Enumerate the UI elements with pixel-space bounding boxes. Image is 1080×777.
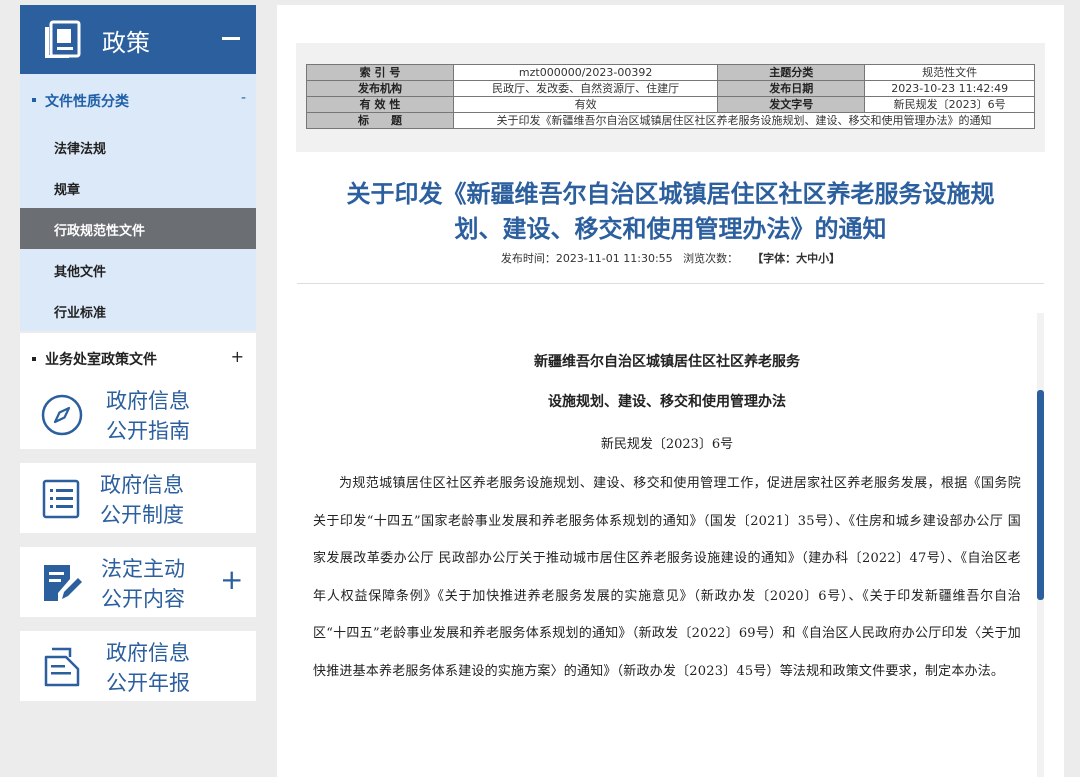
meta-key-title: 标 题 (306, 112, 454, 129)
title-line1: 关于印发《新疆维吾尔自治区城镇居住区社区养老服务设施规 (346, 180, 995, 208)
main-content: 索 引 号 mzt000000/2023-00392 主题分类 规范性文件 发布… (277, 5, 1064, 777)
meta-key-doc-number: 发文字号 (717, 96, 866, 113)
views-label: 浏览次数： (683, 252, 739, 265)
sidebar-item-laws[interactable]: 法律法规 (20, 126, 256, 167)
font-size-control[interactable]: 【字体：大中小】 (752, 252, 840, 265)
edit-document-icon (40, 561, 84, 609)
card-statutory-content[interactable]: 法定主动 公开内容 + (20, 547, 256, 617)
report-icon (40, 645, 84, 693)
card-disclosure-system[interactable]: 政府信息 公开制度 (20, 463, 256, 533)
category-label: 业务处室政策文件 (45, 352, 157, 368)
expand-plus-icon[interactable]: + (220, 565, 243, 595)
metadata-box: 索 引 号 mzt000000/2023-00392 主题分类 规范性文件 发布… (296, 43, 1045, 152)
metadata-table: 索 引 号 mzt000000/2023-00392 主题分类 规范性文件 发布… (306, 64, 1035, 129)
document-icon (42, 19, 84, 65)
card-line2: 公开内容 (101, 587, 185, 611)
card-line1: 法定主动 (101, 557, 185, 581)
body-paragraph: 为规范城镇居住区社区养老服务设施规划、建设、移交和使用管理工作，促进居家社区养老… (313, 476, 1021, 679)
meta-value-date: 2023-10-23 11:42:49 (864, 80, 1035, 97)
meta-key-date: 发布日期 (717, 80, 866, 97)
meta-value-title: 关于印发《新疆维吾尔自治区城镇居住区社区养老服务设施规划、建设、移交和使用管理办… (453, 112, 1035, 129)
divider (297, 283, 1044, 284)
card-disclosure-guide[interactable]: 政府信息 公开指南 (20, 379, 256, 449)
category-doc-nature[interactable]: 文件性质分类 - (20, 74, 256, 126)
meta-value-doc-number: 新民规发〔2023〕6号 (864, 96, 1035, 113)
card-annual-report[interactable]: 政府信息 公开年报 (20, 631, 256, 701)
sidebar-item-industry-standard[interactable]: 行业标准 (20, 290, 256, 331)
publish-info: 发布时间：2023-11-01 11:30:55 浏览次数： 【字体：大中小】 (287, 250, 1054, 266)
meta-key-validity: 有 效 性 (306, 96, 454, 113)
card-line2: 公开制度 (100, 503, 184, 527)
meta-value-topic: 规范性文件 (864, 64, 1035, 81)
compass-icon (40, 393, 84, 441)
body-doc-number: 新民规发〔2023〕6号 (600, 437, 734, 452)
card-line2: 公开指南 (106, 419, 190, 443)
card-line2: 公开年报 (106, 671, 190, 695)
card-line1: 政府信息 (100, 473, 184, 497)
publish-label: 发布时间： (500, 252, 556, 265)
sidebar-item-label: 其他文件 (54, 265, 107, 280)
sidebar-item-label: 法律法规 (54, 142, 107, 157)
meta-key-index: 索 引 号 (306, 64, 454, 81)
sidebar-item-admin-normative[interactable]: 行政规范性文件 (20, 208, 256, 249)
body-heading-line1: 新疆维吾尔自治区城镇居住区社区养老服务 (534, 354, 800, 370)
card-line1: 政府信息 (106, 641, 190, 665)
policy-header[interactable]: 政策 (20, 5, 256, 74)
meta-value-validity: 有效 (452, 96, 719, 113)
policy-tree: 文件性质分类 - 法律法规 规章 行政规范性文件 其他文件 行业标准 业务处室政… (20, 74, 256, 384)
sidebar-item-rules[interactable]: 规章 (20, 167, 256, 208)
category-label: 文件性质分类 (45, 94, 129, 110)
meta-value-index: mzt000000/2023-00392 (452, 64, 719, 81)
bullet-icon (32, 98, 36, 102)
sidebar-item-label: 行业标准 (54, 306, 107, 321)
sidebar-item-other[interactable]: 其他文件 (20, 249, 256, 290)
publish-time: 2023-11-01 11:30:55 (555, 252, 673, 265)
body-heading-line2: 设施规划、建设、移交和使用管理办法 (548, 394, 786, 410)
meta-key-publisher: 发布机构 (306, 80, 454, 97)
collapse-icon[interactable] (222, 37, 240, 40)
list-icon (40, 477, 84, 525)
sidebar-item-label: 行政规范性文件 (54, 224, 146, 239)
page-title: 关于印发《新疆维吾尔自治区城镇居住区社区养老服务设施规 划、建设、移交和使用管理… (287, 177, 1054, 247)
bullet-icon (32, 357, 36, 361)
policy-title: 政策 (102, 29, 150, 57)
category-department-docs[interactable]: 业务处室政策文件 + (20, 333, 256, 384)
card-line1: 政府信息 (106, 389, 190, 413)
meta-key-topic: 主题分类 (717, 64, 866, 81)
scrollbar-thumb[interactable] (1037, 390, 1044, 600)
meta-value-publisher: 民政厅、发改委、自然资源厅、住建厅 (452, 80, 719, 97)
expand-toggle[interactable]: + (231, 347, 244, 366)
sidebar-item-label: 规章 (54, 183, 81, 198)
collapse-toggle[interactable]: - (241, 90, 246, 106)
title-line2: 划、建设、移交和使用管理办法》的通知 (454, 215, 887, 243)
